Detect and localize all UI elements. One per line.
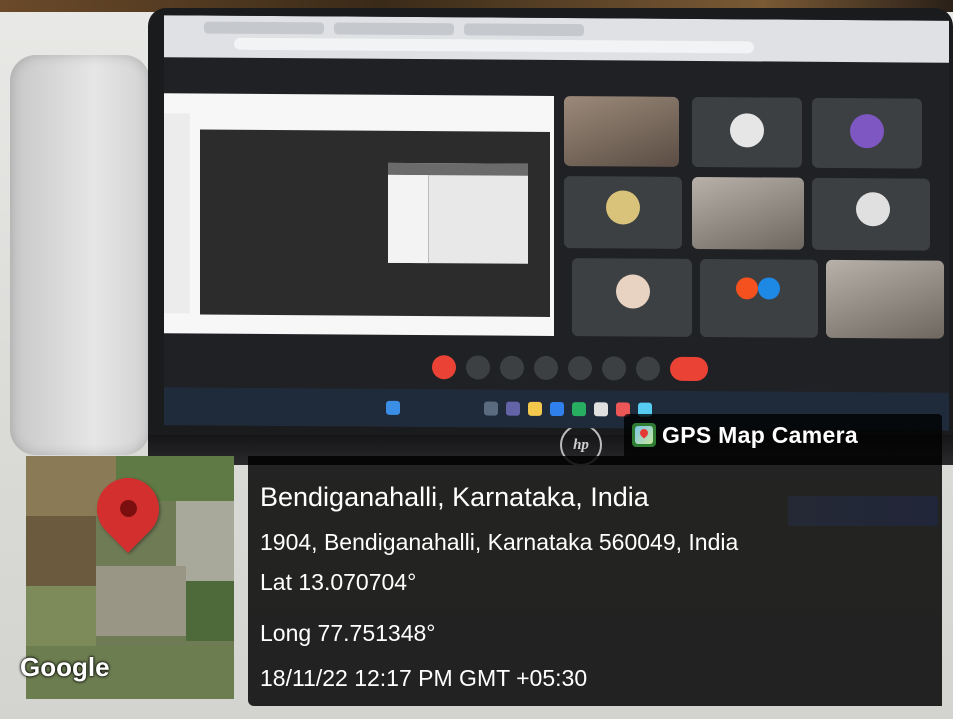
participant-tile	[564, 176, 682, 249]
gps-brand-bar: GPS Map Camera	[624, 414, 942, 456]
participant-tile	[692, 176, 804, 250]
participant-tile	[700, 259, 818, 338]
browser-tab	[334, 22, 454, 36]
raise-hand-icon	[602, 356, 626, 381]
shared-presentation	[164, 93, 554, 336]
location-pin-center	[120, 500, 137, 517]
browser-tab	[464, 23, 584, 37]
participant-avatar	[606, 190, 640, 225]
captions-icon	[500, 355, 524, 380]
present-icon	[568, 356, 592, 381]
participant-avatar	[616, 274, 650, 309]
latitude-value: Lat 13.070704°	[260, 569, 417, 595]
browser-address-bar	[234, 37, 754, 54]
camera-icon	[466, 355, 490, 380]
reactions-icon	[534, 355, 558, 381]
map-field	[96, 566, 186, 636]
laptop-screen	[164, 15, 949, 431]
participant-tile	[812, 177, 930, 251]
capture-timestamp: 18/11/22 12:17 PM GMT +05:30	[260, 665, 588, 691]
participant-avatar	[758, 277, 780, 300]
second-laptop-lid	[10, 55, 150, 455]
gps-brand-label: GPS Map Camera	[662, 421, 858, 448]
browser-tab	[204, 21, 324, 35]
slide-screenshot-sidebar	[388, 174, 429, 264]
slide-screenshot-header	[388, 162, 528, 176]
mic-off-icon	[432, 355, 456, 380]
taskbar-app-icon	[594, 402, 608, 417]
windows-start-icon	[386, 400, 400, 415]
slide-sidebar	[164, 113, 190, 314]
background-screen-reflection	[788, 496, 938, 526]
participant-tile	[564, 96, 679, 167]
slide-screenshot	[388, 162, 528, 264]
slide-content	[200, 129, 550, 317]
participant-avatar	[856, 192, 890, 227]
taskbar-app-icon	[550, 401, 564, 417]
participant-tile	[572, 258, 692, 337]
more-options-icon	[636, 356, 660, 381]
taskbar-app-icon	[528, 401, 542, 416]
meeting-controls	[164, 345, 949, 390]
map-field	[26, 586, 96, 646]
participant-avatar	[850, 114, 884, 149]
map-field	[186, 581, 234, 641]
location-info-panel: Bendiganahalli, Karnataka, India 1904, B…	[248, 456, 942, 706]
map-field	[26, 516, 96, 586]
taskbar-app-icon	[484, 401, 498, 416]
map-attribution: Google	[20, 652, 110, 682]
gps-map-camera-icon	[632, 423, 656, 447]
participant-tile	[812, 97, 922, 169]
browser-toolbar	[164, 15, 949, 63]
longitude-value: Long 77.751348°	[260, 620, 436, 646]
taskbar-app-icon	[506, 401, 520, 416]
participant-tile	[826, 259, 944, 339]
end-call-icon	[670, 356, 708, 382]
participant-avatar	[730, 113, 764, 148]
participant-avatar	[736, 277, 758, 300]
location-title: Bendiganahalli, Karnataka, India	[260, 482, 649, 512]
taskbar-app-icon	[572, 402, 586, 417]
participant-tile	[692, 96, 802, 168]
location-address: 1904, Bendiganahalli, Karnataka 560049, …	[260, 529, 739, 555]
